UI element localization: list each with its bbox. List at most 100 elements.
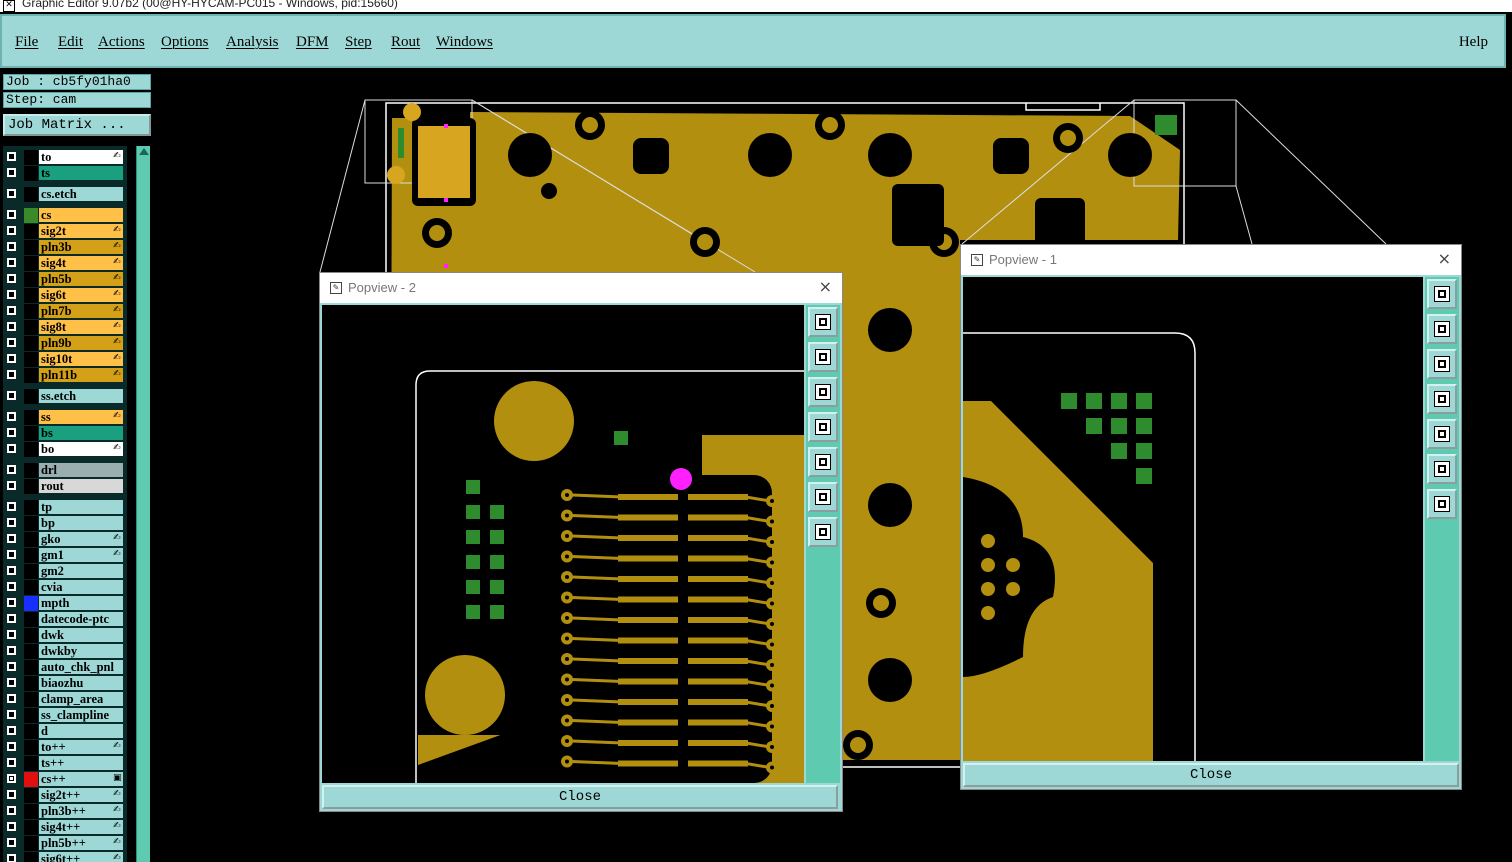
layer-row[interactable]: sig2t ✍ bbox=[3, 224, 127, 239]
layer-row[interactable]: cs++ ▣ bbox=[3, 772, 127, 787]
layer-row[interactable]: gko ✍ bbox=[3, 532, 127, 547]
layer-name[interactable]: datecode-ptc bbox=[39, 612, 123, 626]
pan-down-button[interactable] bbox=[1427, 349, 1457, 379]
layer-name[interactable]: mpth bbox=[39, 596, 123, 610]
layer-row[interactable]: pln5b ✍ bbox=[3, 272, 127, 287]
layer-name[interactable]: sig6t++ bbox=[39, 852, 123, 862]
popview-2-canvas[interactable] bbox=[322, 305, 804, 783]
layer-row[interactable]: pln3b++ ✍ bbox=[3, 804, 127, 819]
layer-checkbox[interactable] bbox=[7, 838, 16, 847]
popview-2-close-button[interactable]: Close bbox=[322, 785, 838, 809]
layer-checkbox[interactable] bbox=[7, 582, 16, 591]
layer-checkbox[interactable] bbox=[7, 322, 16, 331]
layer-checkbox[interactable] bbox=[7, 444, 16, 453]
layer-name[interactable]: ss bbox=[39, 410, 123, 424]
layer-checkbox[interactable] bbox=[7, 774, 16, 783]
layer-checkbox[interactable] bbox=[7, 258, 16, 267]
layer-checkbox[interactable] bbox=[7, 189, 16, 198]
zoom-out-button[interactable] bbox=[1427, 489, 1457, 519]
layer-name[interactable]: bp bbox=[39, 516, 123, 530]
layer-checkbox[interactable] bbox=[7, 806, 16, 815]
layer-row[interactable]: drl bbox=[3, 463, 127, 478]
layer-checkbox[interactable] bbox=[7, 481, 16, 490]
layer-name[interactable]: gko bbox=[39, 532, 123, 546]
layer-name[interactable]: auto_chk_pnl bbox=[39, 660, 123, 674]
layer-checkbox[interactable] bbox=[7, 534, 16, 543]
layer-name[interactable]: to bbox=[39, 150, 123, 164]
layer-name[interactable]: pln7b bbox=[39, 304, 123, 318]
layer-row[interactable]: ts++ bbox=[3, 756, 127, 771]
layer-name[interactable]: sig10t bbox=[39, 352, 123, 366]
layer-name[interactable]: biaozhu bbox=[39, 676, 123, 690]
layer-name[interactable]: pln3b bbox=[39, 240, 123, 254]
layer-checkbox[interactable] bbox=[7, 566, 16, 575]
layer-name[interactable]: pln11b bbox=[39, 368, 123, 382]
layer-name[interactable]: cs bbox=[39, 208, 123, 222]
layer-row[interactable]: ss ✍ bbox=[3, 410, 127, 425]
job-matrix-button[interactable]: Job Matrix ... bbox=[3, 114, 151, 136]
layer-checkbox[interactable] bbox=[7, 370, 16, 379]
layer-row[interactable]: ss.etch bbox=[3, 389, 127, 404]
layer-checkbox[interactable] bbox=[7, 822, 16, 831]
pan-right-button[interactable] bbox=[1427, 419, 1457, 449]
layer-row[interactable]: mpth bbox=[3, 596, 127, 611]
layer-checkbox[interactable] bbox=[7, 152, 16, 161]
layer-row[interactable]: d bbox=[3, 724, 127, 739]
layer-checkbox[interactable] bbox=[7, 354, 16, 363]
layer-row[interactable]: to++ ✍ bbox=[3, 740, 127, 755]
layer-row[interactable]: dwkby bbox=[3, 644, 127, 659]
layer-checkbox[interactable] bbox=[7, 726, 16, 735]
layer-name[interactable]: bo bbox=[39, 442, 123, 456]
layer-row[interactable]: clamp_area bbox=[3, 692, 127, 707]
layer-name[interactable]: pln5b++ bbox=[39, 836, 123, 850]
layer-row[interactable]: sig8t ✍ bbox=[3, 320, 127, 335]
layer-checkbox[interactable] bbox=[7, 242, 16, 251]
layer-row[interactable]: ss_clampline bbox=[3, 708, 127, 723]
layer-name[interactable]: ss.etch bbox=[39, 389, 123, 403]
layer-row[interactable]: sig6t++ ✍ bbox=[3, 852, 127, 862]
layer-row[interactable]: biaozhu bbox=[3, 676, 127, 691]
zoom-in-button[interactable] bbox=[808, 482, 838, 512]
layer-row[interactable]: pln5b++ ✍ bbox=[3, 836, 127, 851]
layer-checkbox[interactable] bbox=[7, 428, 16, 437]
zoom-in-button[interactable] bbox=[1427, 454, 1457, 484]
zoom-out-button[interactable] bbox=[808, 517, 838, 547]
pan-left-button[interactable] bbox=[1427, 384, 1457, 414]
pan-down-button[interactable] bbox=[808, 377, 838, 407]
layer-row[interactable]: gm1 ✍ bbox=[3, 548, 127, 563]
layer-checkbox[interactable] bbox=[7, 518, 16, 527]
close-icon[interactable]: × bbox=[1438, 249, 1451, 268]
layer-checkbox[interactable] bbox=[7, 614, 16, 623]
layer-name[interactable]: sig8t bbox=[39, 320, 123, 334]
layer-row[interactable]: bs bbox=[3, 426, 127, 441]
layer-row[interactable]: tp bbox=[3, 500, 127, 515]
layer-checkbox[interactable] bbox=[7, 338, 16, 347]
layer-name[interactable]: pln9b bbox=[39, 336, 123, 350]
layer-name[interactable]: clamp_area bbox=[39, 692, 123, 706]
layer-name[interactable]: rout bbox=[39, 479, 123, 493]
scroll-up-icon[interactable] bbox=[139, 148, 149, 155]
zoom-fit-button[interactable] bbox=[808, 307, 838, 337]
layer-row[interactable]: cs bbox=[3, 208, 127, 223]
layer-row[interactable]: cs.etch bbox=[3, 187, 127, 202]
layer-checkbox[interactable] bbox=[7, 854, 16, 862]
layer-checkbox[interactable] bbox=[7, 210, 16, 219]
layer-row[interactable]: pln7b ✍ bbox=[3, 304, 127, 319]
layer-checkbox[interactable] bbox=[7, 662, 16, 671]
pan-right-button[interactable] bbox=[808, 447, 838, 477]
layer-row[interactable]: bo ✍ bbox=[3, 442, 127, 457]
layer-row[interactable]: sig4t++ ✍ bbox=[3, 820, 127, 835]
layer-row[interactable]: sig4t ✍ bbox=[3, 256, 127, 271]
layer-name[interactable]: sig4t bbox=[39, 256, 123, 270]
layer-row[interactable]: dwk bbox=[3, 628, 127, 643]
layer-checkbox[interactable] bbox=[7, 598, 16, 607]
layer-row[interactable]: rout bbox=[3, 479, 127, 494]
pan-left-button[interactable] bbox=[808, 412, 838, 442]
layer-list-scrollbar[interactable] bbox=[136, 146, 150, 862]
layer-name[interactable]: cvia bbox=[39, 580, 123, 594]
layer-name[interactable]: cs.etch bbox=[39, 187, 123, 201]
layer-checkbox[interactable] bbox=[7, 290, 16, 299]
layer-name[interactable]: pln3b++ bbox=[39, 804, 123, 818]
layer-name[interactable]: sig2t++ bbox=[39, 788, 123, 802]
layer-checkbox[interactable] bbox=[7, 274, 16, 283]
